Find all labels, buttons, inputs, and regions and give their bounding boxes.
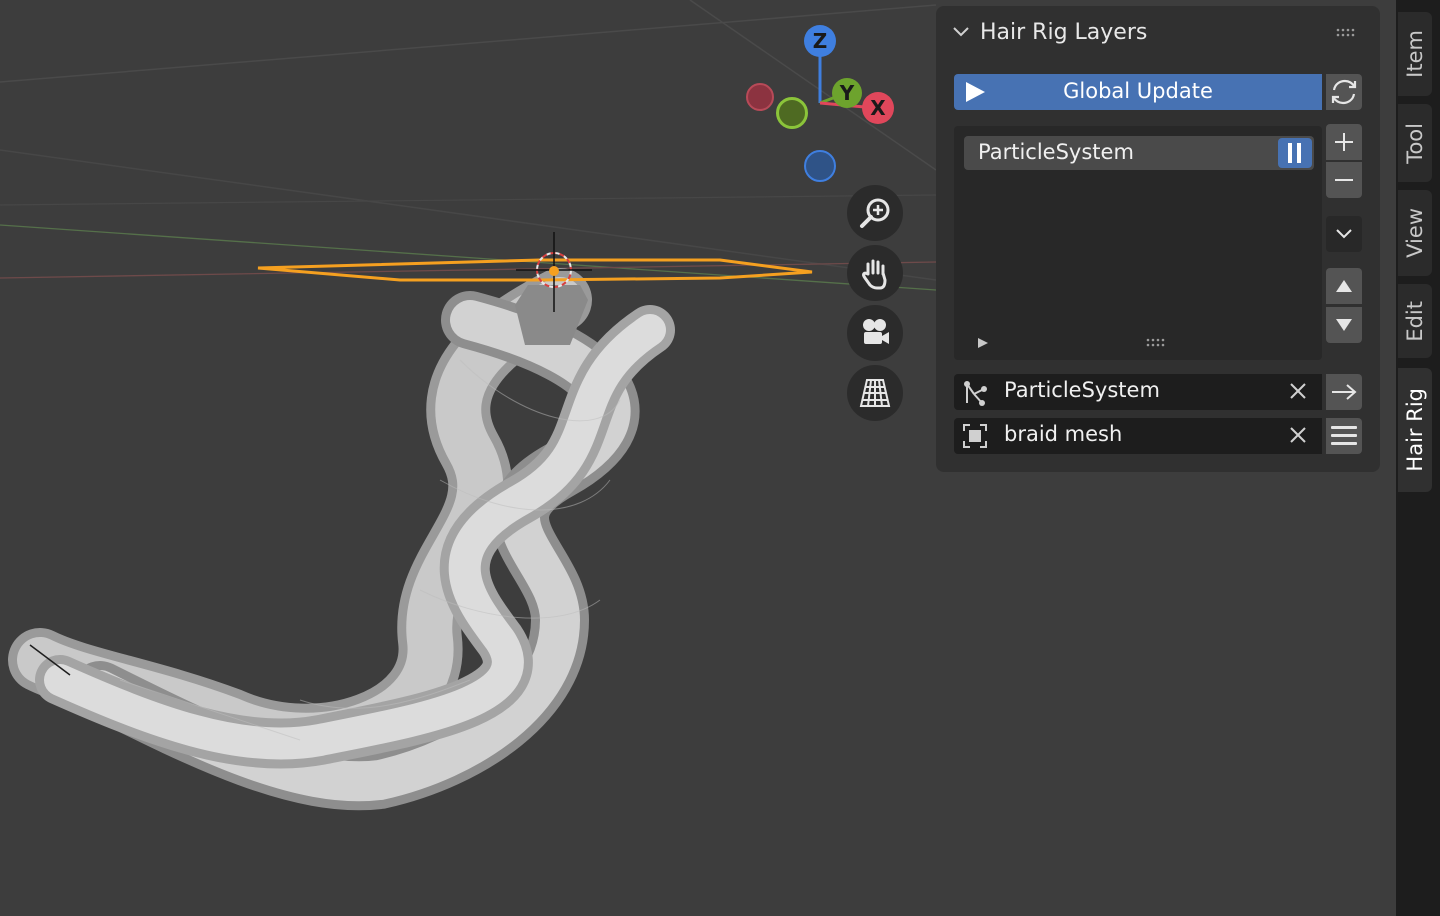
clear-icon[interactable] [1288, 425, 1308, 445]
pause-icon [1288, 143, 1301, 163]
global-update-label: Global Update [1063, 79, 1213, 103]
zoom-icon [860, 198, 890, 228]
particles-icon [964, 381, 987, 406]
add-layer-button[interactable] [1326, 124, 1362, 160]
hamburger-icon [1331, 426, 1357, 445]
move-up-button[interactable] [1326, 268, 1362, 304]
arrow-right-icon [1332, 384, 1357, 400]
list-item[interactable]: ParticleSystem [964, 136, 1314, 170]
plus-icon [1335, 133, 1353, 151]
list-resize-handle-icon[interactable] [1146, 338, 1168, 348]
particle-system-field[interactable]: ParticleSystem [954, 374, 1322, 410]
tab-label: View [1403, 208, 1427, 258]
go-to-button[interactable] [1326, 374, 1362, 410]
gizmo-z-label: Z [812, 29, 828, 53]
refresh-icon [1331, 79, 1357, 105]
panel-title: Hair Rig Layers [980, 20, 1148, 45]
braid-mesh-value: braid mesh [1004, 422, 1123, 446]
list-item-label: ParticleSystem [978, 140, 1134, 164]
zoom-button[interactable] [847, 185, 903, 241]
mesh-icon [963, 424, 987, 448]
perspective-toggle-button[interactable] [847, 365, 903, 421]
gizmo-y-negative[interactable] [776, 97, 808, 129]
tab-label: Hair Rig [1403, 388, 1427, 472]
gizmo-x-negative[interactable] [746, 83, 774, 111]
collapse-chevron-icon[interactable] [952, 26, 970, 38]
pan-button[interactable] [847, 245, 903, 301]
clear-icon[interactable] [1288, 381, 1308, 401]
gizmo-x-axis[interactable]: X [862, 92, 894, 124]
expand-filter-icon[interactable] [976, 336, 990, 350]
drag-handle-icon[interactable] [1336, 28, 1358, 38]
camera-icon [863, 319, 889, 344]
camera-view-button[interactable] [847, 305, 903, 361]
chevron-down-icon [1336, 229, 1352, 239]
tab-label: Edit [1403, 300, 1427, 342]
tab-edit[interactable]: Edit [1398, 284, 1432, 358]
triangle-down-icon [1336, 319, 1352, 331]
particle-system-value: ParticleSystem [1004, 378, 1160, 402]
gizmo-x-label: X [870, 96, 886, 120]
move-down-button[interactable] [1326, 307, 1362, 343]
tab-view[interactable]: View [1398, 190, 1432, 276]
gizmo-y-label: Y [839, 81, 855, 105]
remove-layer-button[interactable] [1326, 162, 1362, 198]
grid-icon [859, 379, 891, 407]
triangle-up-icon [1336, 280, 1352, 292]
pause-toggle-button[interactable] [1278, 138, 1312, 168]
braid-mesh-field[interactable]: braid mesh [954, 418, 1322, 454]
tab-hair-rig[interactable]: Hair Rig [1398, 368, 1432, 492]
specials-menu-button[interactable] [1326, 216, 1362, 252]
layer-list[interactable]: ParticleSystem [954, 126, 1322, 360]
tab-label: Item [1403, 30, 1427, 78]
gizmo-z-axis[interactable]: Z [804, 25, 836, 57]
global-update-button[interactable]: Global Update [954, 74, 1322, 110]
gizmo-y-axis[interactable]: Y [832, 78, 862, 108]
hand-icon [862, 259, 887, 290]
tab-item[interactable]: Item [1398, 12, 1432, 96]
refresh-button[interactable] [1326, 74, 1362, 110]
hair-rig-layers-panel: Hair Rig Layers Global Update ParticleSy… [936, 6, 1380, 472]
minus-icon [1335, 179, 1353, 181]
menu-button[interactable] [1326, 418, 1362, 454]
sidebar-tabs: Item Tool View Edit Hair Rig [1396, 0, 1440, 916]
gizmo-z-negative[interactable] [804, 150, 836, 182]
tab-label: Tool [1403, 122, 1427, 164]
tab-tool[interactable]: Tool [1398, 104, 1432, 182]
